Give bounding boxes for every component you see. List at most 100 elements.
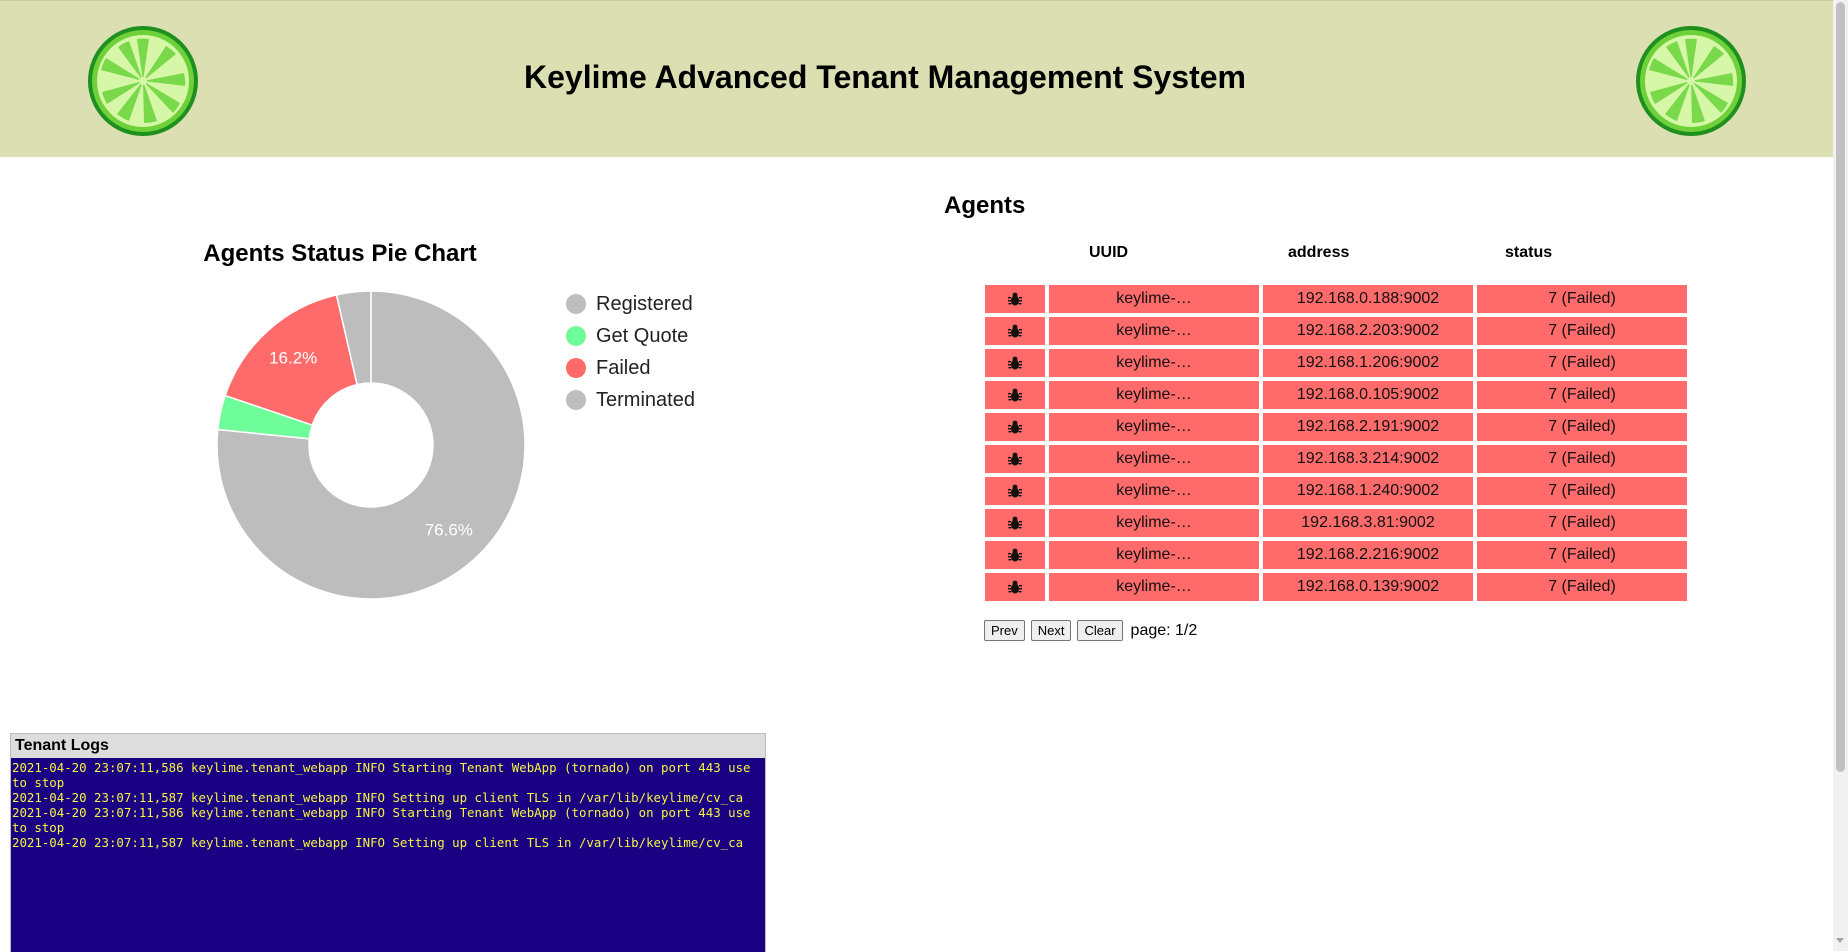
column-header-uuid: UUID — [1089, 244, 1129, 261]
legend-label: Get Quote — [596, 324, 689, 347]
page-indicator: page: 1/2 — [1130, 621, 1198, 639]
agent-address-cell: 192.168.0.139:9002 — [1263, 573, 1473, 601]
agent-uuid-cell: keylime-… — [1049, 573, 1259, 601]
legend-item-registered[interactable]: Registered — [566, 288, 695, 320]
scroll-down-arrow-icon[interactable] — [1836, 938, 1844, 943]
agent-icon-cell[interactable] — [985, 413, 1045, 441]
agents-table: keylime-… 192.168.0.188:9002 7 (Failed) key… — [985, 285, 1687, 605]
legend-swatch — [566, 390, 586, 410]
prev-button[interactable]: Prev — [984, 620, 1025, 641]
agent-status-cell: 7 (Failed) — [1477, 381, 1687, 409]
bug-icon[interactable] — [1007, 547, 1023, 563]
legend-item-get-quote[interactable]: Get Quote — [566, 320, 695, 352]
agent-uuid-cell: keylime-… — [1049, 413, 1259, 441]
agents-title: Agents — [944, 192, 1026, 219]
table-row[interactable]: keylime-… 192.168.0.188:9002 7 (Failed) — [985, 285, 1687, 313]
agent-icon-cell[interactable] — [985, 285, 1045, 313]
legend-label: Terminated — [596, 388, 695, 411]
table-row[interactable]: keylime-… 192.168.2.203:9002 7 (Failed) — [985, 317, 1687, 345]
agent-uuid-cell: keylime-… — [1049, 285, 1259, 313]
agent-icon-cell[interactable] — [985, 349, 1045, 377]
bug-icon[interactable] — [1007, 451, 1023, 467]
agent-uuid-cell: keylime-… — [1049, 509, 1259, 537]
tenant-logs-output[interactable]: 2021-04-20 23:07:11,586 keylime.tenant_w… — [11, 758, 765, 952]
agent-uuid-cell: keylime-… — [1049, 541, 1259, 569]
bug-icon[interactable] — [1007, 355, 1023, 371]
agent-address-cell: 192.168.0.188:9002 — [1263, 285, 1473, 313]
agent-address-cell: 192.168.1.240:9002 — [1263, 477, 1473, 505]
legend-swatch — [566, 294, 586, 314]
clear-button[interactable]: Clear — [1077, 620, 1123, 641]
agent-icon-cell[interactable] — [985, 381, 1045, 409]
agent-uuid-cell: keylime-… — [1049, 349, 1259, 377]
log-line: 2021-04-20 23:07:11,586 keylime.tenant_w… — [12, 805, 758, 835]
chart-legend: Registered Get Quote Failed Terminated — [566, 288, 695, 416]
table-row[interactable]: keylime-… 192.168.1.206:9002 7 (Failed) — [985, 349, 1687, 377]
agent-status-cell: 7 (Failed) — [1477, 509, 1687, 537]
agent-status-cell: 7 (Failed) — [1477, 445, 1687, 473]
page-title: Keylime Advanced Tenant Management Syste… — [524, 59, 1246, 95]
agent-status-cell: 7 (Failed) — [1477, 317, 1687, 345]
chart-title: Agents Status Pie Chart — [203, 240, 477, 267]
tenant-logs-panel: Tenant Logs 2021-04-20 23:07:11,586 keyl… — [10, 733, 766, 952]
agent-status-cell: 7 (Failed) — [1477, 573, 1687, 601]
agent-status-cell: 7 (Failed) — [1477, 477, 1687, 505]
log-line: 2021-04-20 23:07:11,587 keylime.tenant_w… — [12, 835, 744, 850]
legend-swatch — [566, 358, 586, 378]
agent-address-cell: 192.168.3.81:9002 — [1263, 509, 1473, 537]
agent-uuid-cell: keylime-… — [1049, 445, 1259, 473]
table-row[interactable]: keylime-… 192.168.0.105:9002 7 (Failed) — [985, 381, 1687, 409]
agent-address-cell: 192.168.2.203:9002 — [1263, 317, 1473, 345]
tenant-logs-title: Tenant Logs — [11, 734, 765, 757]
lime-logo-icon — [1636, 26, 1746, 136]
bug-icon[interactable] — [1007, 579, 1023, 595]
next-button[interactable]: Next — [1030, 620, 1072, 641]
scrollbar-thumb[interactable] — [1836, 2, 1845, 772]
table-row[interactable]: keylime-… 192.168.0.139:9002 7 (Failed) — [985, 573, 1687, 601]
agent-address-cell: 192.168.2.216:9002 — [1263, 541, 1473, 569]
pagination: Prev Next Clear page: 1/2 — [984, 620, 1197, 641]
agent-icon-cell[interactable] — [985, 509, 1045, 537]
agent-icon-cell[interactable] — [985, 445, 1045, 473]
agent-icon-cell[interactable] — [985, 573, 1045, 601]
agent-status-cell: 7 (Failed) — [1477, 413, 1687, 441]
pie-data-label: 76.6% — [425, 521, 473, 540]
agent-icon-cell[interactable] — [985, 477, 1045, 505]
legend-item-terminated[interactable]: Terminated — [566, 384, 695, 416]
bug-icon[interactable] — [1007, 515, 1023, 531]
page-scrollbar[interactable] — [1833, 0, 1848, 951]
legend-item-failed[interactable]: Failed — [566, 352, 695, 384]
table-row[interactable]: keylime-… 192.168.3.214:9002 7 (Failed) — [985, 445, 1687, 473]
agent-status-cell: 7 (Failed) — [1477, 349, 1687, 377]
column-header-address: address — [1288, 244, 1350, 261]
agent-address-cell: 192.168.3.214:9002 — [1263, 445, 1473, 473]
table-row[interactable]: keylime-… 192.168.2.216:9002 7 (Failed) — [985, 541, 1687, 569]
bug-icon[interactable] — [1007, 387, 1023, 403]
agent-icon-cell[interactable] — [985, 541, 1045, 569]
table-row[interactable]: keylime-… 192.168.1.240:9002 7 (Failed) — [985, 477, 1687, 505]
table-row[interactable]: keylime-… 192.168.3.81:9002 7 (Failed) — [985, 509, 1687, 537]
bug-icon[interactable] — [1007, 291, 1023, 307]
agent-uuid-cell: keylime-… — [1049, 477, 1259, 505]
legend-swatch — [566, 326, 586, 346]
agent-address-cell: 192.168.2.191:9002 — [1263, 413, 1473, 441]
log-line: 2021-04-20 23:07:11,586 keylime.tenant_w… — [12, 760, 758, 790]
agent-status-cell: 7 (Failed) — [1477, 285, 1687, 313]
agent-status-cell: 7 (Failed) — [1477, 541, 1687, 569]
log-line: 2021-04-20 23:07:11,587 keylime.tenant_w… — [12, 790, 744, 805]
legend-label: Registered — [596, 292, 693, 315]
column-header-status: status — [1505, 244, 1553, 261]
agent-address-cell: 192.168.0.105:9002 — [1263, 381, 1473, 409]
bug-icon[interactable] — [1007, 483, 1023, 499]
agent-uuid-cell: keylime-… — [1049, 381, 1259, 409]
pie-data-label: 16.2% — [269, 348, 317, 367]
table-row[interactable]: keylime-… 192.168.2.191:9002 7 (Failed) — [985, 413, 1687, 441]
legend-label: Failed — [596, 356, 651, 379]
agent-address-cell: 192.168.1.206:9002 — [1263, 349, 1473, 377]
agent-uuid-cell: keylime-… — [1049, 317, 1259, 345]
bug-icon[interactable] — [1007, 323, 1023, 339]
agent-icon-cell[interactable] — [985, 317, 1045, 345]
agents-status-pie-chart: 76.6% 16.2% — [216, 290, 526, 600]
bug-icon[interactable] — [1007, 419, 1023, 435]
page-header: Keylime Advanced Tenant Management Syste… — [0, 0, 1833, 157]
